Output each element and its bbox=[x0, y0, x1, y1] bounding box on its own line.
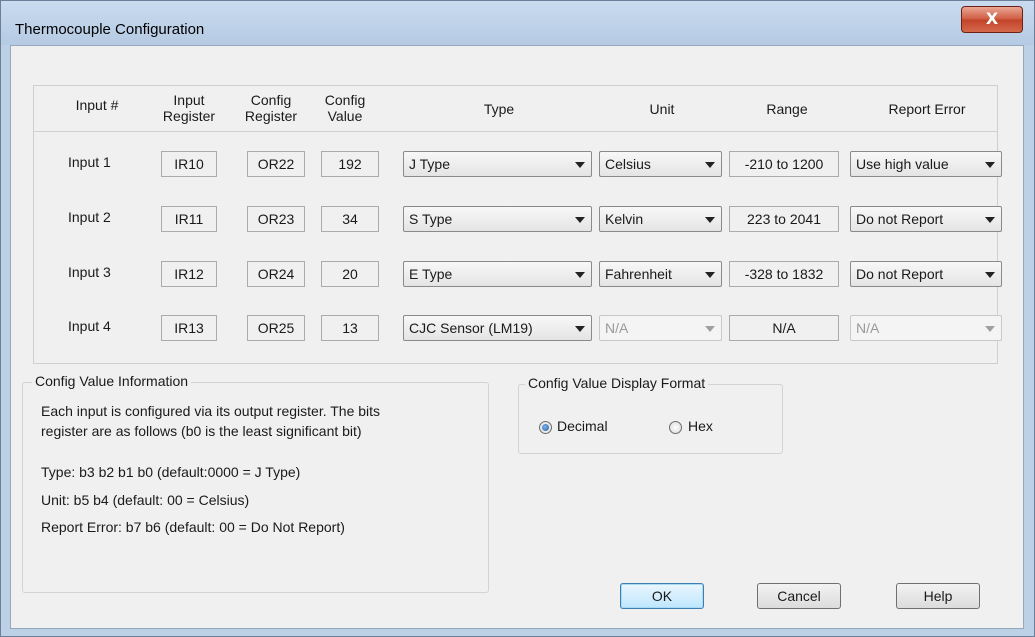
unit-dropdown[interactable]: Kelvin bbox=[599, 206, 722, 232]
chevron-down-icon bbox=[705, 162, 715, 168]
type-dropdown-value: CJC Sensor (LM19) bbox=[409, 320, 533, 336]
report-error-dropdown-value: Use high value bbox=[856, 156, 949, 172]
report-error-dropdown[interactable]: Do not Report bbox=[850, 206, 1002, 232]
chevron-down-icon bbox=[705, 217, 715, 223]
header-report-error: Report Error bbox=[888, 101, 966, 117]
range-field: -328 to 1832 bbox=[729, 261, 839, 287]
ok-button[interactable]: OK bbox=[620, 583, 704, 609]
row-label: Input 2 bbox=[68, 209, 111, 225]
header-config-value-line1: Config bbox=[324, 92, 366, 108]
header-divider bbox=[34, 131, 997, 132]
config-info-line1: Each input is configured via its output … bbox=[41, 403, 381, 419]
input-register-field: IR13 bbox=[161, 315, 217, 341]
config-info-line2: register are as follows (b0 is the least… bbox=[41, 423, 362, 439]
hex-radio[interactable] bbox=[669, 421, 682, 434]
header-type: Type bbox=[483, 101, 515, 117]
type-dropdown-value: J Type bbox=[409, 156, 450, 172]
config-register-field: OR24 bbox=[247, 261, 305, 287]
unit-dropdown-value: Fahrenheit bbox=[605, 266, 672, 282]
row-label: Input 3 bbox=[68, 264, 111, 280]
report-error-dropdown-value: Do not Report bbox=[856, 211, 944, 227]
input-register-field: IR12 bbox=[161, 261, 217, 287]
config-info-title: Config Value Information bbox=[32, 373, 192, 389]
unit-dropdown-value: Kelvin bbox=[605, 211, 644, 227]
header-config-register-line2: Register bbox=[244, 108, 298, 124]
dialog-client-area: Input # Input Register Config Register C… bbox=[10, 45, 1024, 629]
unit-dropdown-value: Celsius bbox=[605, 156, 651, 172]
input-register-field: IR11 bbox=[161, 206, 217, 232]
type-dropdown-value: E Type bbox=[409, 266, 453, 282]
title-bar[interactable]: Thermocouple Configuration X bbox=[1, 1, 1034, 45]
range-field: 223 to 2041 bbox=[729, 206, 839, 232]
config-value-field: 13 bbox=[321, 315, 379, 341]
header-input-register-line2: Register bbox=[162, 108, 216, 124]
config-value-field: 192 bbox=[321, 151, 379, 177]
type-dropdown[interactable]: CJC Sensor (LM19) bbox=[403, 315, 592, 341]
chevron-down-icon bbox=[575, 326, 585, 332]
config-register-field: OR23 bbox=[247, 206, 305, 232]
type-dropdown-value: S Type bbox=[409, 211, 453, 227]
decimal-radio-label[interactable]: Decimal bbox=[557, 418, 608, 434]
header-config-register-line1: Config bbox=[250, 92, 292, 108]
chevron-down-icon bbox=[985, 326, 995, 332]
chevron-down-icon bbox=[985, 162, 995, 168]
input-register-field: IR10 bbox=[161, 151, 217, 177]
header-config-value: Config Value bbox=[311, 92, 379, 124]
report-error-dropdown-value: N/A bbox=[856, 320, 880, 336]
range-field: N/A bbox=[729, 315, 839, 341]
type-dropdown[interactable]: S Type bbox=[403, 206, 592, 232]
header-config-register: Config Register bbox=[229, 92, 313, 124]
chevron-down-icon bbox=[575, 217, 585, 223]
config-info-unit: Unit: b5 b4 (default: 00 = Celsius) bbox=[41, 492, 250, 508]
close-button[interactable]: X bbox=[961, 6, 1023, 33]
header-input-register: Input Register bbox=[149, 92, 229, 124]
report-error-dropdown[interactable]: Use high value bbox=[850, 151, 1002, 177]
config-register-field: OR22 bbox=[247, 151, 305, 177]
display-format-title: Config Value Display Format bbox=[525, 375, 709, 391]
header-input-register-line1: Input bbox=[173, 92, 205, 108]
report-error-dropdown: N/A bbox=[850, 315, 1002, 341]
unit-dropdown: N/A bbox=[599, 315, 722, 341]
unit-dropdown-value: N/A bbox=[605, 320, 629, 336]
cancel-button[interactable]: Cancel bbox=[757, 583, 841, 609]
report-error-dropdown-value: Do not Report bbox=[856, 266, 944, 282]
header-input: Input # bbox=[75, 97, 119, 113]
hex-radio-label[interactable]: Hex bbox=[688, 418, 713, 434]
window-title: Thermocouple Configuration bbox=[15, 21, 205, 38]
header-range: Range bbox=[766, 101, 808, 117]
config-value-field: 34 bbox=[321, 206, 379, 232]
type-dropdown[interactable]: J Type bbox=[403, 151, 592, 177]
help-button[interactable]: Help bbox=[896, 583, 980, 609]
unit-dropdown[interactable]: Celsius bbox=[599, 151, 722, 177]
config-info-type: Type: b3 b2 b1 b0 (default:0000 = J Type… bbox=[41, 464, 301, 480]
chevron-down-icon bbox=[705, 272, 715, 278]
chevron-down-icon bbox=[575, 162, 585, 168]
dialog-window: Thermocouple Configuration X Input # Inp… bbox=[0, 0, 1035, 637]
chevron-down-icon bbox=[985, 272, 995, 278]
chevron-down-icon bbox=[985, 217, 995, 223]
header-config-value-line2: Value bbox=[327, 108, 363, 124]
row-label: Input 4 bbox=[68, 318, 111, 334]
report-error-dropdown[interactable]: Do not Report bbox=[850, 261, 1002, 287]
chevron-down-icon bbox=[705, 326, 715, 332]
config-value-field: 20 bbox=[321, 261, 379, 287]
range-field: -210 to 1200 bbox=[729, 151, 839, 177]
unit-dropdown[interactable]: Fahrenheit bbox=[599, 261, 722, 287]
config-info-report: Report Error: b7 b6 (default: 00 = Do No… bbox=[41, 519, 345, 535]
decimal-radio[interactable] bbox=[539, 421, 552, 434]
row-label: Input 1 bbox=[68, 154, 111, 170]
type-dropdown[interactable]: E Type bbox=[403, 261, 592, 287]
config-register-field: OR25 bbox=[247, 315, 305, 341]
chevron-down-icon bbox=[575, 272, 585, 278]
header-unit: Unit bbox=[649, 101, 675, 117]
